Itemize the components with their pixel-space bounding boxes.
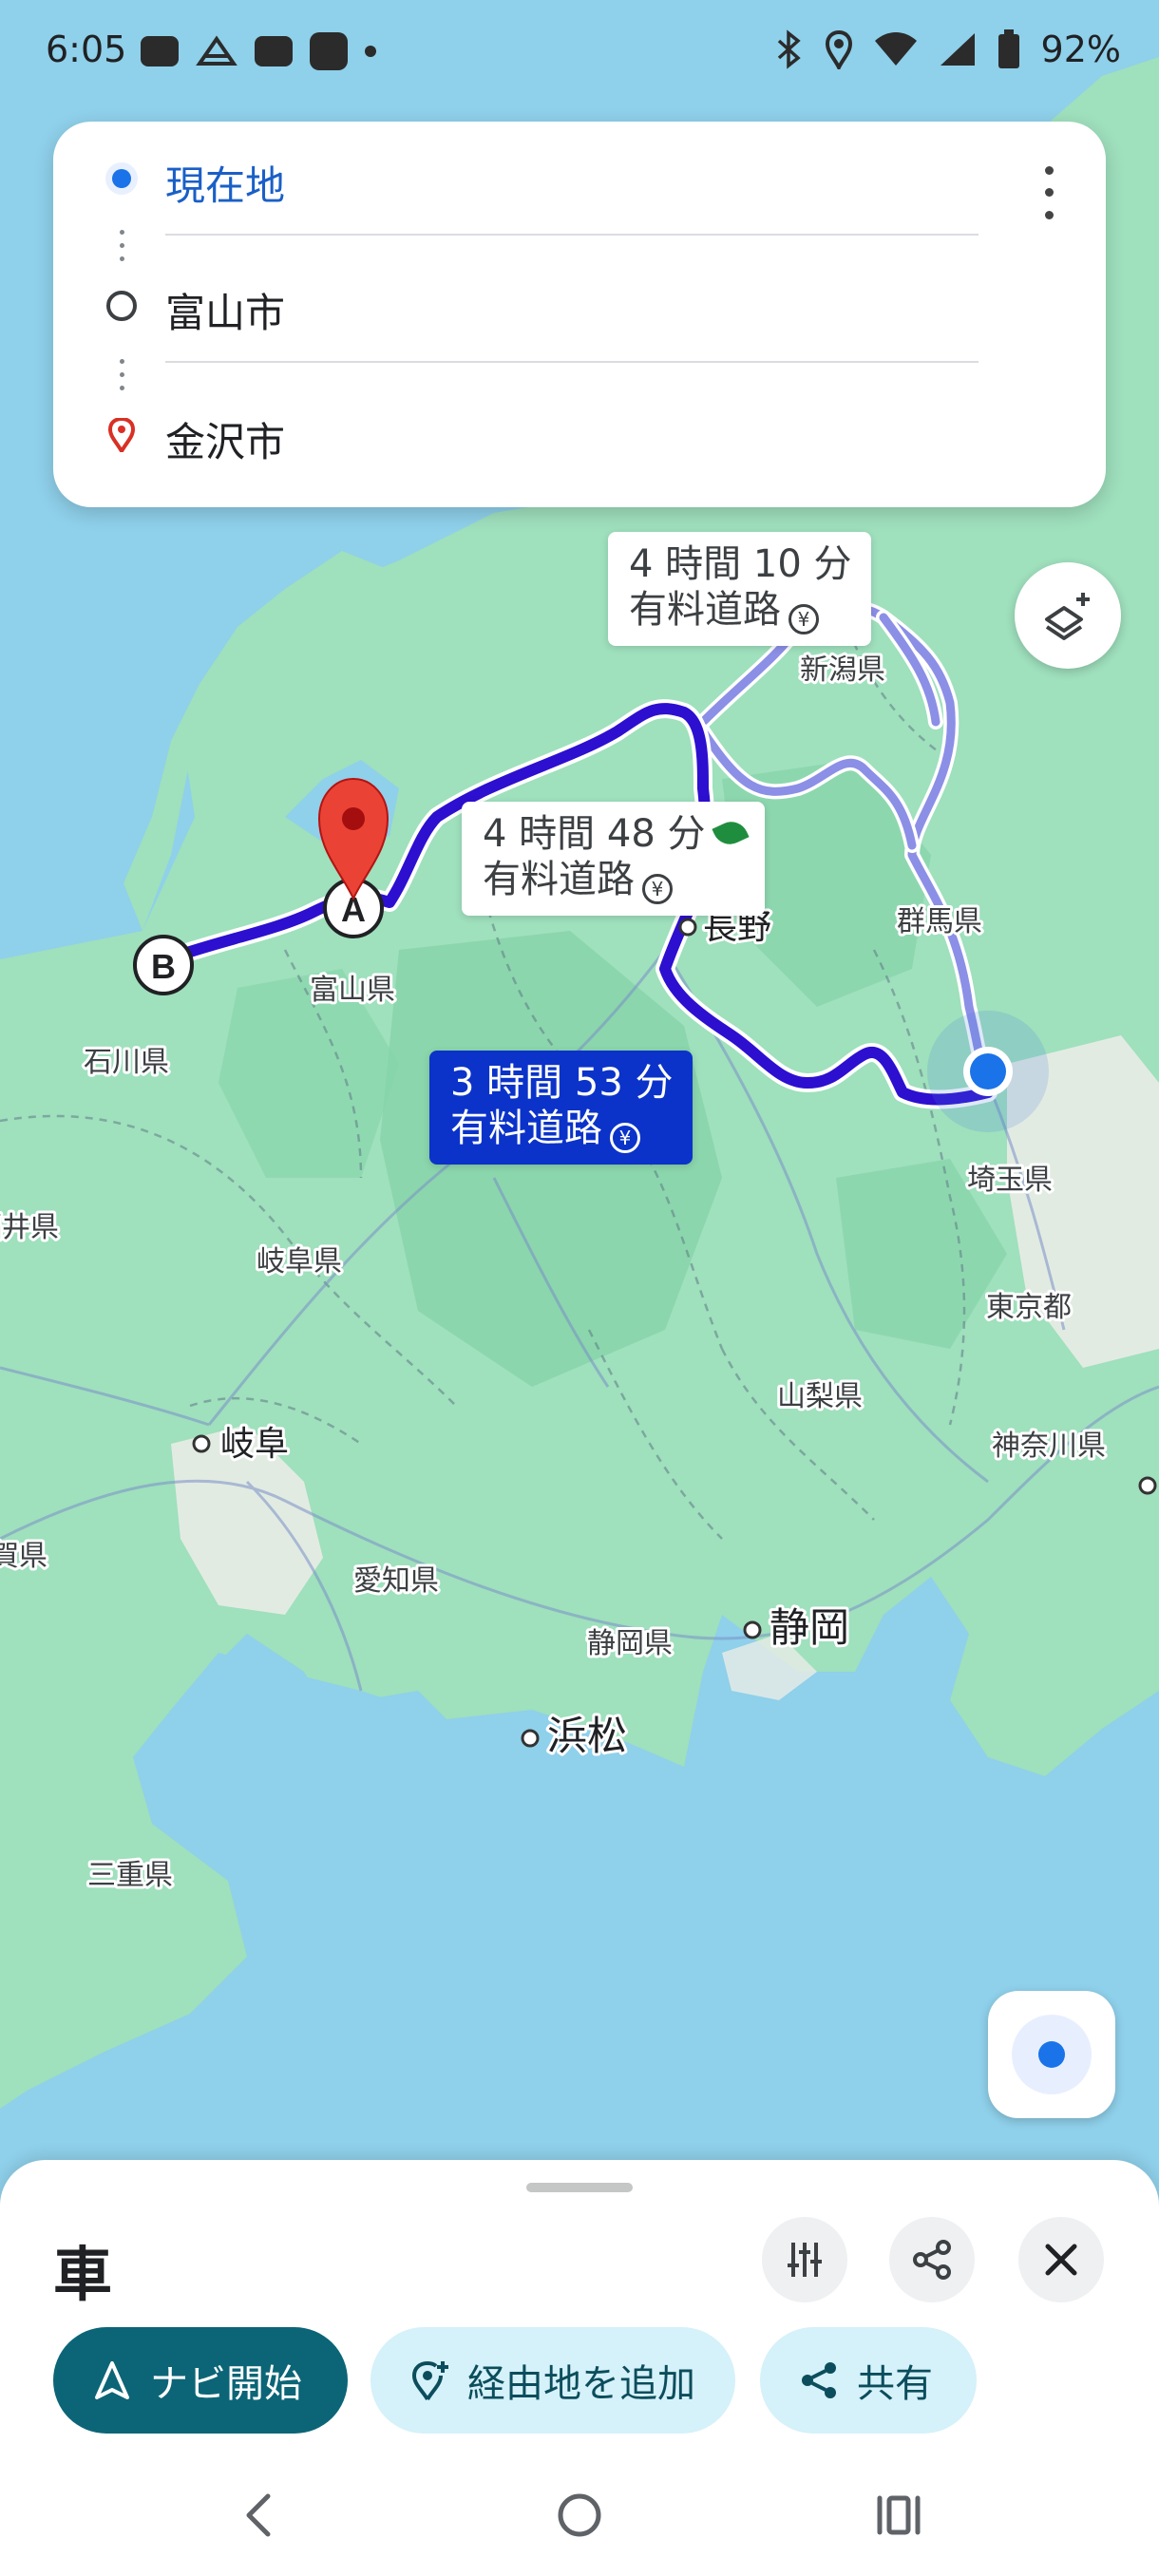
destination-label: 金沢市	[165, 419, 286, 465]
layers-button[interactable]	[1015, 562, 1121, 669]
route-time: 4 時間 10 分	[629, 542, 852, 586]
current-location-dot[interactable]	[970, 1053, 1006, 1089]
map-label-ishikawa: 石川県	[84, 1046, 169, 1079]
map-label-kanagawa: 神奈川県	[992, 1430, 1106, 1463]
divider	[165, 234, 978, 236]
add-waypoint-button[interactable]: 経由地を追加	[370, 2327, 735, 2434]
map-label-niigata: 新潟県	[800, 653, 885, 687]
bluetooth-icon	[777, 29, 801, 69]
map-label-aichi: 愛知県	[353, 1564, 439, 1598]
battery-icon	[998, 29, 1019, 68]
svg-text:B: B	[151, 947, 176, 986]
recents-icon[interactable]	[870, 2487, 927, 2544]
share-button[interactable]: 共有	[760, 2327, 977, 2434]
toll-icon: ¥	[642, 874, 673, 904]
origin-label: 現在地	[165, 162, 286, 209]
start-navigation-label: ナビ開始	[150, 2362, 302, 2406]
more-options-button[interactable]	[1030, 160, 1068, 226]
directions-card: 現在地 富山市 金沢市	[53, 122, 1106, 507]
add-waypoint-label: 経由地を追加	[467, 2362, 695, 2406]
map-label-hamamatsu: 浜松	[547, 1713, 627, 1759]
city-dot-nagano	[678, 918, 697, 937]
city-dot-gifu	[192, 1434, 211, 1453]
route-options-button[interactable]	[762, 2217, 847, 2302]
destination-pin-small-icon	[107, 418, 136, 452]
navigation-arrow-icon	[95, 2361, 129, 2399]
route-callout-alt-a[interactable]: 4 時間 10 分 有料道路 ¥	[608, 532, 871, 646]
origin-row[interactable]: 現在地	[53, 122, 1106, 236]
map-label-yamanashi: 山梨県	[777, 1380, 863, 1413]
divider	[165, 361, 978, 363]
map-label-shiga: 滋賀県	[0, 1540, 48, 1573]
share-icon	[802, 2362, 836, 2398]
route-time: 3 時間 53 分	[450, 1061, 674, 1105]
map-label-mie: 三重県	[87, 1859, 173, 1892]
map-label-fukui: 福井県	[0, 1211, 59, 1244]
route-note: 有料道路	[629, 588, 781, 632]
toll-icon: ¥	[610, 1123, 640, 1153]
close-button[interactable]	[1018, 2217, 1104, 2302]
waypoint-label: 富山市	[165, 290, 286, 336]
map-label-tokyo: 東京都	[986, 1291, 1072, 1324]
route-time: 4 時間 48 分	[483, 812, 706, 856]
share-label: 共有	[857, 2362, 933, 2406]
waypoint-row[interactable]: 富山市	[53, 249, 1106, 363]
signal-icon	[940, 33, 975, 66]
map-label-gifu-pref: 岐阜県	[256, 1245, 342, 1279]
location-icon	[825, 29, 852, 69]
tune-icon	[788, 2243, 822, 2277]
status-bar: 6:05 92%	[0, 0, 1159, 103]
close-icon	[1045, 2244, 1077, 2276]
route-callout-alt-b[interactable]: 4 時間 48 分 有料道路 ¥	[462, 802, 765, 916]
eco-leaf-icon	[711, 816, 750, 850]
my-location-icon	[1012, 2015, 1092, 2094]
share-icon	[913, 2240, 951, 2280]
travel-mode-title: 車	[53, 2240, 113, 2309]
destination-row[interactable]: 金沢市	[53, 378, 1106, 492]
route-note: 有料道路	[450, 1107, 602, 1150]
route-note: 有料道路	[483, 858, 635, 901]
wifi-icon	[874, 32, 917, 66]
youtube-icon	[255, 36, 293, 66]
map-label-shizuoka-city: 静岡	[770, 1604, 849, 1651]
origin-dot-icon	[105, 162, 138, 195]
my-location-button[interactable]	[988, 1991, 1115, 2118]
map-label-shizuoka-pref: 静岡県	[587, 1627, 673, 1660]
drag-handle[interactable]	[526, 2183, 633, 2192]
system-icons: 92%	[775, 28, 1121, 70]
system-navigation-bar	[0, 2458, 1159, 2576]
notification-icons	[141, 32, 376, 70]
drive-icon	[196, 35, 238, 66]
route-callout-best[interactable]: 3 時間 53 分 有料道路 ¥	[429, 1051, 693, 1165]
youtube-icon	[141, 36, 179, 66]
battery-percent: 92%	[1040, 28, 1121, 70]
share-route-button[interactable]	[889, 2217, 975, 2302]
notification-dot	[365, 46, 376, 57]
start-navigation-button[interactable]: ナビ開始	[53, 2327, 348, 2434]
map-label-gifu-city: 岐阜	[220, 1425, 289, 1464]
status-time: 6:05	[46, 28, 127, 70]
map-label-toyama: 富山県	[310, 974, 395, 1007]
city-dot-shizuoka	[743, 1620, 762, 1639]
city-dot-edge	[1138, 1476, 1157, 1495]
app-icon	[310, 32, 348, 70]
back-icon[interactable]	[232, 2487, 289, 2544]
city-dot-hamamatsu	[521, 1729, 540, 1748]
map-label-gunma: 群馬県	[897, 905, 982, 938]
map-label-saitama: 埼玉県	[967, 1164, 1053, 1197]
stop-marker-b[interactable]: B	[133, 935, 194, 995]
layers-icon	[1045, 593, 1090, 640]
home-icon[interactable]	[551, 2487, 608, 2544]
waypoint-circle-icon	[106, 291, 137, 321]
toll-icon: ¥	[788, 604, 819, 635]
add-location-icon	[411, 2360, 448, 2401]
